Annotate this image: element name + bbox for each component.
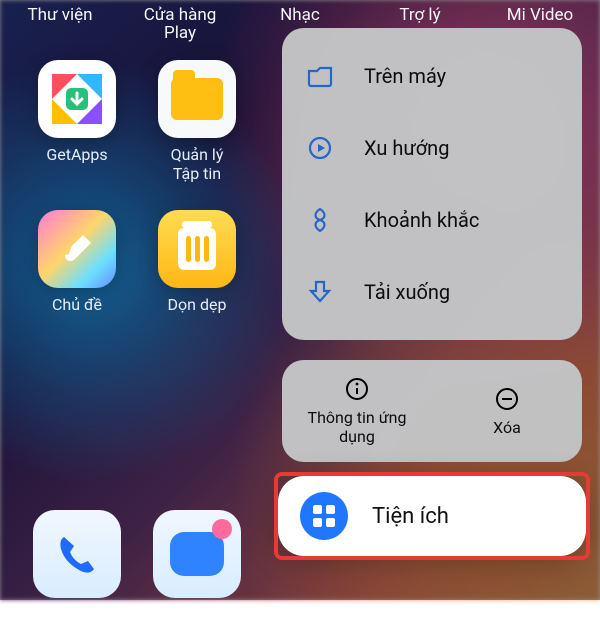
- app-label: Chủ đề: [52, 295, 102, 314]
- themes-icon: [38, 210, 116, 288]
- action-remove[interactable]: Xóa: [432, 360, 582, 462]
- action-bar: Thông tin ứng dụng Xóa: [282, 360, 582, 462]
- dock-phone[interactable]: [22, 510, 132, 630]
- play-icon: [302, 134, 338, 162]
- widgets-button[interactable]: Tiện ích: [278, 476, 586, 556]
- download-icon: [302, 278, 338, 306]
- file-manager-icon: [158, 60, 236, 138]
- app-cleaner[interactable]: Dọn dẹp: [142, 210, 252, 360]
- app-themes[interactable]: Chủ đề: [22, 210, 132, 360]
- menu-item-label: Trên máy: [364, 64, 446, 88]
- action-label: Xóa: [493, 418, 521, 437]
- app-label: GetApps: [46, 145, 107, 164]
- app-file-manager[interactable]: Quản lýTập tin: [142, 60, 252, 210]
- app-label: Dọn dẹp: [168, 295, 227, 314]
- menu-item-moments[interactable]: Khoảnh khắc: [282, 184, 582, 256]
- menu-item-label: Tải xuống: [364, 280, 450, 304]
- remove-icon: [494, 386, 520, 412]
- menu-item-label: Khoảnh khắc: [364, 208, 479, 232]
- getapps-icon: [38, 60, 116, 138]
- context-menu: Trên máy Xu hướng Khoảnh khắc Tải xuống: [282, 28, 582, 340]
- widgets-label: Tiện ích: [372, 504, 449, 529]
- moment-icon: [302, 206, 338, 234]
- top-label: Cửa hàngPlay: [120, 6, 240, 42]
- top-label: Thư viện: [0, 6, 120, 42]
- info-icon: [344, 376, 370, 402]
- menu-item-local[interactable]: Trên máy: [282, 40, 582, 112]
- menu-item-trending[interactable]: Xu hướng: [282, 112, 582, 184]
- app-label: Quản lýTập tin: [171, 145, 224, 183]
- phone-icon: [33, 510, 121, 598]
- dock-messages[interactable]: [142, 510, 252, 630]
- cleaner-icon: [158, 210, 236, 288]
- app-getapps[interactable]: GetApps: [22, 60, 132, 210]
- folder-icon: [302, 62, 338, 90]
- menu-item-downloads[interactable]: Tải xuống: [282, 256, 582, 328]
- widgets-icon: [300, 492, 348, 540]
- action-label: Thông tin ứng dụng: [288, 408, 426, 446]
- menu-item-label: Xu hướng: [364, 136, 449, 160]
- messages-icon: [153, 510, 241, 598]
- action-app-info[interactable]: Thông tin ứng dụng: [282, 360, 432, 462]
